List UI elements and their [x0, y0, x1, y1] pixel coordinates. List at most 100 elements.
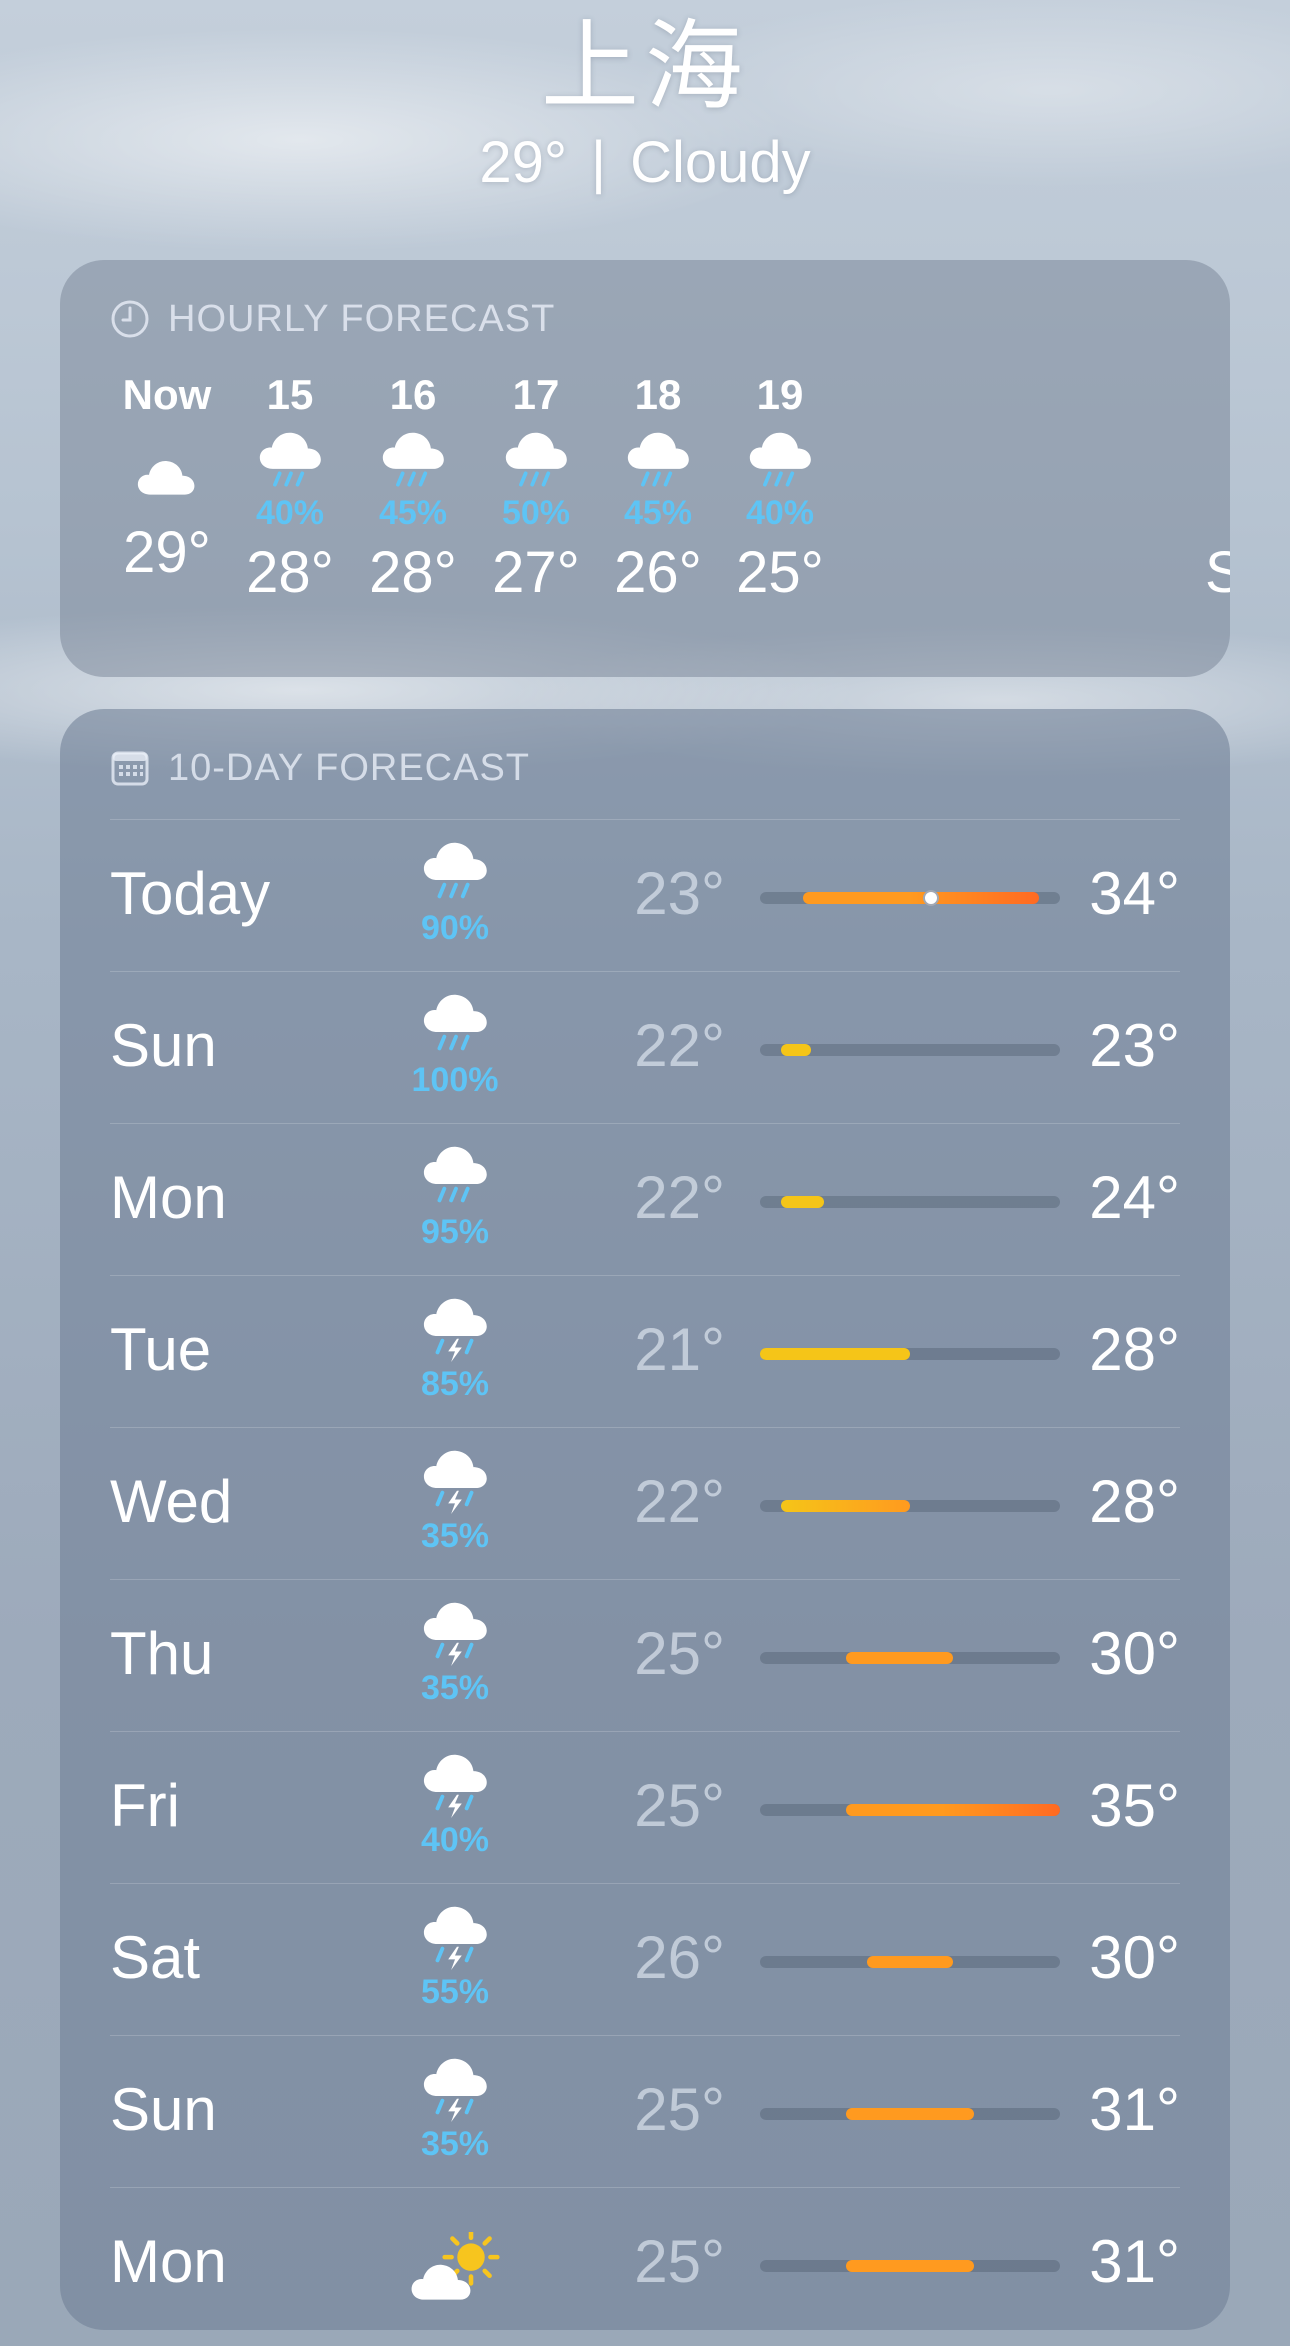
day-precip-chance: 40% — [420, 1821, 490, 1859]
cloud-rain-icon — [382, 432, 444, 487]
day-weather-icon — [380, 1752, 530, 1825]
ten-day-forecast-header: 10-DAY FORECAST — [110, 743, 530, 793]
day-low-temperature: 23° — [634, 860, 725, 927]
day-high-temperature: 28° — [1089, 1316, 1180, 1383]
day-weather-icon — [380, 1600, 530, 1673]
day-weather-icon — [380, 840, 530, 913]
cloud-rain-icon — [423, 994, 487, 1051]
cloud-rain-icon — [505, 432, 567, 487]
temperature-range-fill — [802, 892, 1039, 904]
hour-label: 19 — [756, 371, 804, 418]
hourly-forecast-card[interactable]: HOURLY FORECAST Now 29° 15 40% 28° 16 45% 28° 17… — [60, 260, 1230, 677]
day-high-temperature: 30° — [1089, 1620, 1180, 1687]
temperature-range-bar — [760, 1348, 1060, 1360]
city-name: 上海 — [540, 10, 749, 124]
temperature-range-fill — [845, 1804, 1060, 1816]
temperature-range-bar — [760, 1500, 1060, 1512]
day-high-temperature: 34° — [1089, 860, 1180, 927]
temperature-range-fill — [781, 1044, 812, 1056]
temperature-range-bar — [760, 2108, 1060, 2120]
cloud-rain-icon — [423, 1146, 487, 1203]
day-low-temperature: 25° — [634, 1620, 725, 1687]
day-low-temperature: 22° — [634, 1012, 725, 1079]
day-precip-chance: 55% — [420, 1973, 490, 2011]
temperature-range-bar — [760, 1044, 1060, 1056]
cloud-bolt-rain-icon — [423, 1450, 487, 1515]
cloud-bolt-rain-icon — [423, 1906, 487, 1971]
temperature-range-bar — [760, 2260, 1060, 2272]
day-label: Tue — [110, 1316, 212, 1383]
day-low-temperature: 22° — [634, 1164, 725, 1231]
cloud-rain-icon — [423, 842, 487, 899]
day-precip-chance: 100% — [411, 1061, 499, 1099]
daily-row: Sun 35% 25° 31° — [110, 2035, 1180, 2187]
ten-day-forecast-title: 10-DAY FORECAST — [168, 746, 531, 789]
current-conditions: 29° | Cloudy — [0, 128, 1290, 198]
temperature-range-fill — [760, 1348, 910, 1360]
hourly-next-item-partial: S — [1205, 370, 1230, 608]
day-low-temperature: 25° — [634, 2076, 725, 2143]
cloud-rain-icon — [259, 432, 321, 487]
temperature-range-fill — [845, 2260, 975, 2272]
temperature-range-bar — [760, 1196, 1060, 1208]
day-high-temperature: 35° — [1089, 1772, 1180, 1839]
daily-row: Tue 85% 21° 28° — [110, 1275, 1180, 1427]
current-temperature: 29° — [479, 130, 568, 195]
daily-row: Mon 25° 31° — [110, 2187, 1180, 2330]
cloud-bolt-rain-icon — [423, 2058, 487, 2123]
day-label: Thu — [110, 1620, 214, 1687]
hourly-forecast-header: HOURLY FORECAST — [110, 294, 555, 344]
ten-day-forecast-card[interactable]: 10-DAY FORECAST Today 90% 23° 34° Sun 100% 22°… — [60, 709, 1230, 2330]
day-weather-icon — [380, 1904, 530, 1977]
cloud-rain-icon — [749, 432, 811, 487]
hourly-item: 19 40% 25° — [700, 370, 860, 608]
day-weather: 85% — [380, 1296, 530, 1401]
day-high-temperature: 31° — [1089, 2076, 1180, 2143]
day-precip-chance: 35% — [420, 2125, 490, 2163]
day-weather: 55% — [380, 1904, 530, 2009]
day-weather-icon — [380, 1448, 530, 1521]
daily-rows: Today 90% 23° 34° Sun 100% 22° 23° Mon 95% 22° 24° T… — [110, 819, 1180, 2330]
cloud-bolt-rain-icon — [423, 1754, 487, 1819]
temperature-range-fill — [867, 1956, 953, 1968]
temperature-range-fill — [845, 1652, 953, 1664]
temperature-range-bar — [760, 890, 1060, 906]
hourly-forecast-title: HOURLY FORECAST — [168, 297, 556, 340]
day-weather-icon — [380, 2228, 530, 2317]
day-weather: 35% — [380, 2056, 530, 2161]
temperature-range-bar — [760, 1956, 1060, 1968]
daily-row: Sat 55% 26° 30° — [110, 1883, 1180, 2035]
calendar-icon — [111, 751, 149, 786]
day-precip-chance: 90% — [420, 909, 490, 947]
temperature-range-fill — [845, 2108, 975, 2120]
day-label: Sat — [110, 1924, 201, 1991]
daily-row: Mon 95% 22° 24° — [110, 1123, 1180, 1275]
day-weather-icon — [380, 1296, 530, 1369]
day-weather: 90% — [380, 840, 530, 945]
day-label: Sun — [110, 2076, 217, 2143]
day-precip-chance: 95% — [420, 1213, 490, 1251]
day-low-temperature: 21° — [634, 1316, 725, 1383]
daily-row: Wed 35% 22° 28° — [110, 1427, 1180, 1579]
day-high-temperature: 23° — [1089, 1012, 1180, 1079]
day-high-temperature: 31° — [1089, 2228, 1180, 2295]
condition-text: Cloudy — [630, 130, 811, 195]
day-weather: 35% — [380, 1600, 530, 1705]
day-label: Mon — [110, 2228, 227, 2295]
day-weather — [380, 2208, 530, 2317]
partial-label: S — [1205, 540, 1230, 605]
daily-row: Thu 35% 25° 30° — [110, 1579, 1180, 1731]
day-precip-chance: 35% — [420, 1517, 490, 1555]
temperature-range-fill — [781, 1196, 825, 1208]
daily-row: Today 90% 23° 34° — [110, 819, 1180, 971]
day-weather: 35% — [380, 1448, 530, 1553]
daily-row: Fri 40% 25° 35° — [110, 1731, 1180, 1883]
cloud-icon — [137, 461, 195, 495]
hour-temperature: 25° — [736, 540, 824, 605]
day-label: Fri — [110, 1772, 180, 1839]
cloud-sun-icon — [411, 2228, 500, 2300]
day-label: Wed — [110, 1468, 233, 1535]
cloud-bolt-rain-icon — [423, 1602, 487, 1667]
day-low-temperature: 26° — [634, 1924, 725, 1991]
day-weather: 95% — [380, 1144, 530, 1249]
